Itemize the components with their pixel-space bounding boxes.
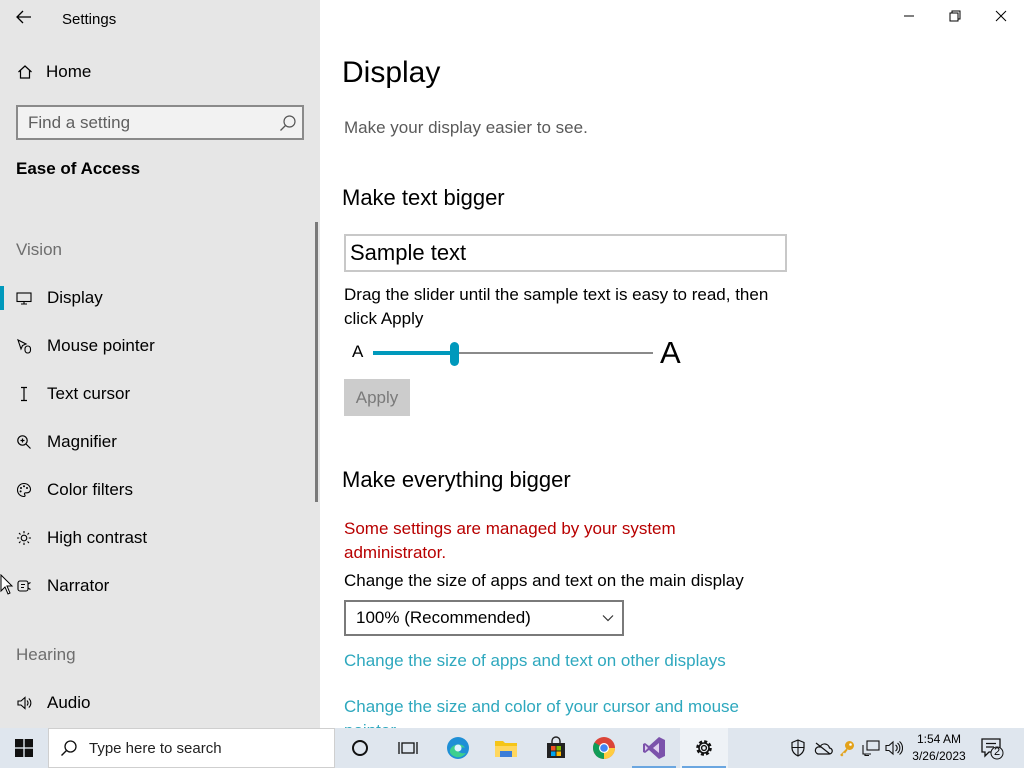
mouse-cursor-icon [0,574,14,595]
clock-time: 1:54 AM [916,732,962,746]
taskbar-app-edge[interactable] [434,728,482,768]
slider-max-label: A [660,335,681,370]
taskbar-app-settings[interactable] [680,728,728,768]
volume-icon[interactable] [884,738,904,758]
sidebar-item-home[interactable]: Home [0,56,320,88]
onedrive-icon[interactable] [813,738,833,758]
sidebar-item-mouse-pointer[interactable]: Mouse pointer [0,326,310,366]
sidebar-item-label: Display [47,288,103,307]
sidebar-item-audio[interactable]: Audio [0,683,310,723]
slider-fill [373,351,455,355]
taskbar-app-chrome[interactable] [580,728,628,768]
sidebar-item-label: Home [46,62,92,81]
narrator-icon [15,578,33,594]
taskbar: Type here to search 1:54 AM 3/26/2023 2 [0,728,1024,768]
taskbar-app-visual-studio[interactable] [630,728,678,768]
chevron-down-icon [602,615,614,622]
taskbar-search-placeholder: Type here to search [89,739,222,757]
task-view-icon [398,742,418,754]
edge-icon [447,737,469,759]
sidebar-item-label: High contrast [47,528,148,547]
taskbar-search[interactable]: Type here to search [48,728,335,768]
slider-thumb[interactable] [449,342,459,366]
visual-studio-icon [643,737,665,759]
group-label-vision: Vision [16,240,62,259]
scale-dropdown[interactable]: 100% (Recommended) [344,600,624,636]
slider-track[interactable] [373,351,653,355]
section-title: Ease of Access [16,159,141,178]
apply-button[interactable]: Apply [344,379,410,416]
page-description: Make your display easier to see. [344,118,588,137]
palette-icon [15,482,33,498]
slider-min-label: A [352,342,364,361]
action-center-button[interactable]: 2 [980,736,1004,760]
sidebar-item-label: Mouse pointer [47,336,155,355]
page-title: Display [342,56,441,89]
store-icon [547,736,565,758]
home-icon [16,64,34,80]
network-icon[interactable] [861,738,881,758]
heading-make-text-bigger: Make text bigger [342,185,505,210]
search-icon [49,739,89,757]
windows-logo-icon [15,739,33,757]
link-cursor-size[interactable]: Change the size and color of your cursor… [344,695,774,728]
app-title: Settings [62,11,117,28]
slider-helper-text: Drag the slider until the sample text is… [344,285,769,328]
sidebar-item-magnifier[interactable]: Magnifier [0,422,310,462]
sidebar-item-high-contrast[interactable]: High contrast [0,518,310,558]
settings-icon [696,740,712,756]
sidebar-item-label: Narrator [47,576,110,595]
sidebar: Settings Home Ease of Access Vision Disp… [0,0,320,728]
start-button[interactable] [0,728,48,768]
sidebar-item-label: Text cursor [47,384,131,403]
chrome-icon [593,737,615,759]
key-icon[interactable] [837,738,857,758]
sidebar-item-display[interactable]: Display [0,278,310,318]
group-label-hearing: Hearing [16,645,76,664]
sidebar-item-text-cursor[interactable]: Text cursor [0,374,310,414]
notification-count: 2 [993,746,1001,758]
clock-date: 3/26/2023 [912,749,966,763]
search-input[interactable] [18,107,274,138]
settings-search [16,105,304,140]
sidebar-item-label: Color filters [47,480,133,499]
sidebar-item-label: Magnifier [47,432,117,451]
back-arrow-icon [16,10,31,24]
file-explorer-icon [495,741,517,757]
sidebar-item-narrator[interactable]: Narrator [0,566,310,606]
speaker-icon [15,695,33,711]
taskbar-clock[interactable]: 1:54 AM 3/26/2023 [906,731,972,765]
defender-icon[interactable] [788,738,808,758]
task-view-button[interactable] [384,728,432,768]
sidebar-item-label: Audio [47,693,91,712]
mouse-pointer-icon [15,338,33,354]
sidebar-item-color-filters[interactable]: Color filters [0,470,310,510]
sun-icon [15,530,33,546]
link-other-displays[interactable]: Change the size of apps and text on othe… [344,651,726,671]
scale-label: Change the size of apps and text on the … [344,571,744,590]
scale-dropdown-value: 100% (Recommended) [356,608,531,627]
main-content: Display Make your display easier to see.… [320,0,1024,728]
managed-notice: Some settings are managed by your system… [344,519,676,562]
monitor-icon [15,291,33,305]
text-size-slider: A A [344,335,744,371]
sample-text-preview: Sample text [344,234,787,272]
text-cursor-icon [15,386,33,402]
sidebar-scrollbar[interactable] [315,222,318,502]
taskbar-app-file-explorer[interactable] [482,728,530,768]
cortana-button[interactable] [336,728,384,768]
cortana-icon [352,740,368,756]
search-icon[interactable] [274,114,302,132]
taskbar-app-store[interactable] [532,728,580,768]
magnifier-icon [15,434,33,450]
heading-make-everything-bigger: Make everything bigger [342,467,571,492]
back-button[interactable] [8,4,40,30]
